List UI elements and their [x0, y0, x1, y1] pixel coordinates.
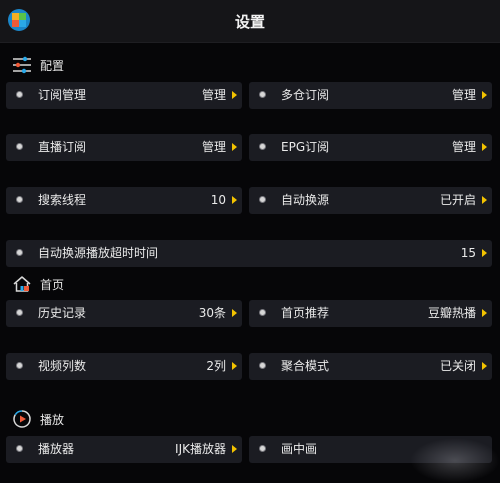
setting-label: 历史记录 [38, 306, 87, 320]
chevron-right-icon [232, 362, 237, 370]
section-config-label: 配置 [40, 58, 65, 73]
watermark [410, 438, 500, 483]
sliders-icon [13, 56, 31, 74]
radio-dot-icon [259, 309, 266, 316]
radio-dot-icon [16, 143, 23, 150]
title-bar: 设置 [0, 0, 500, 43]
setting-label: EPG订阅 [281, 140, 330, 154]
setting-search-threads[interactable]: 搜索线程 10 [6, 187, 242, 214]
radio-dot-icon [259, 196, 266, 203]
chevron-right-icon [482, 143, 487, 151]
setting-label: 画中画 [281, 442, 318, 456]
radio-dot-icon [16, 309, 23, 316]
setting-label: 订阅管理 [38, 88, 87, 102]
setting-aggregate-mode[interactable]: 聚合模式 已关闭 [249, 353, 492, 380]
radio-dot-icon [259, 91, 266, 98]
setting-multi-repo[interactable]: 多仓订阅 管理 [249, 82, 492, 109]
setting-value: 30条 [198, 306, 226, 320]
setting-value: 已开启 [439, 193, 476, 207]
setting-label: 多仓订阅 [281, 88, 330, 102]
setting-video-columns[interactable]: 视频列数 2列 [6, 353, 242, 380]
setting-value: 管理 [201, 88, 226, 102]
section-home: 首页 [12, 274, 64, 294]
chevron-right-icon [482, 196, 487, 204]
setting-value: 2列 [206, 359, 226, 373]
setting-value: 管理 [451, 140, 476, 154]
chevron-right-icon [482, 309, 487, 317]
setting-label: 聚合模式 [281, 359, 330, 373]
setting-label: 首页推荐 [281, 306, 330, 320]
chevron-right-icon [232, 143, 237, 151]
radio-dot-icon [16, 445, 23, 452]
home-icon [13, 276, 31, 292]
section-playback: 播放 [12, 409, 64, 429]
setting-label: 视频列数 [38, 359, 87, 373]
radio-dot-icon [16, 249, 23, 256]
chevron-right-icon [232, 91, 237, 99]
setting-subscription[interactable]: 订阅管理 管理 [6, 82, 242, 109]
play-circle-icon [13, 410, 31, 428]
chevron-right-icon [482, 249, 487, 257]
setting-history[interactable]: 历史记录 30条 [6, 300, 242, 327]
radio-dot-icon [259, 362, 266, 369]
chevron-right-icon [232, 309, 237, 317]
radio-dot-icon [16, 196, 23, 203]
chevron-right-icon [232, 196, 237, 204]
radio-dot-icon [16, 91, 23, 98]
setting-value: 15 [460, 246, 476, 260]
chevron-right-icon [482, 91, 487, 99]
setting-home-recommend[interactable]: 首页推荐 豆瓣热播 [249, 300, 492, 327]
chevron-right-icon [482, 362, 487, 370]
setting-auto-switch-timeout[interactable]: 自动换源播放超时时间 15 [6, 240, 492, 267]
radio-dot-icon [259, 445, 266, 452]
setting-auto-switch[interactable]: 自动换源 已开启 [249, 187, 492, 214]
radio-dot-icon [259, 143, 266, 150]
setting-value: 已关闭 [439, 359, 476, 373]
setting-live[interactable]: 直播订阅 管理 [6, 134, 242, 161]
setting-value: 10 [210, 193, 226, 207]
setting-label: 搜索线程 [38, 193, 87, 207]
chevron-right-icon [232, 445, 237, 453]
setting-epg[interactable]: EPG订阅 管理 [249, 134, 492, 161]
setting-value: 管理 [201, 140, 226, 154]
setting-label: 播放器 [38, 442, 75, 456]
setting-label: 自动换源 [281, 193, 330, 207]
setting-player[interactable]: 播放器 IJK播放器 [6, 436, 242, 463]
section-home-label: 首页 [40, 277, 65, 292]
setting-value: 豆瓣热播 [427, 306, 476, 320]
setting-value: 管理 [451, 88, 476, 102]
setting-value: IJK播放器 [175, 442, 226, 456]
radio-dot-icon [16, 362, 23, 369]
section-playback-label: 播放 [40, 412, 65, 427]
page-title: 设置 [234, 13, 265, 31]
setting-label: 直播订阅 [38, 140, 87, 154]
setting-label: 自动换源播放超时时间 [38, 246, 159, 260]
section-config: 配置 [12, 55, 64, 75]
